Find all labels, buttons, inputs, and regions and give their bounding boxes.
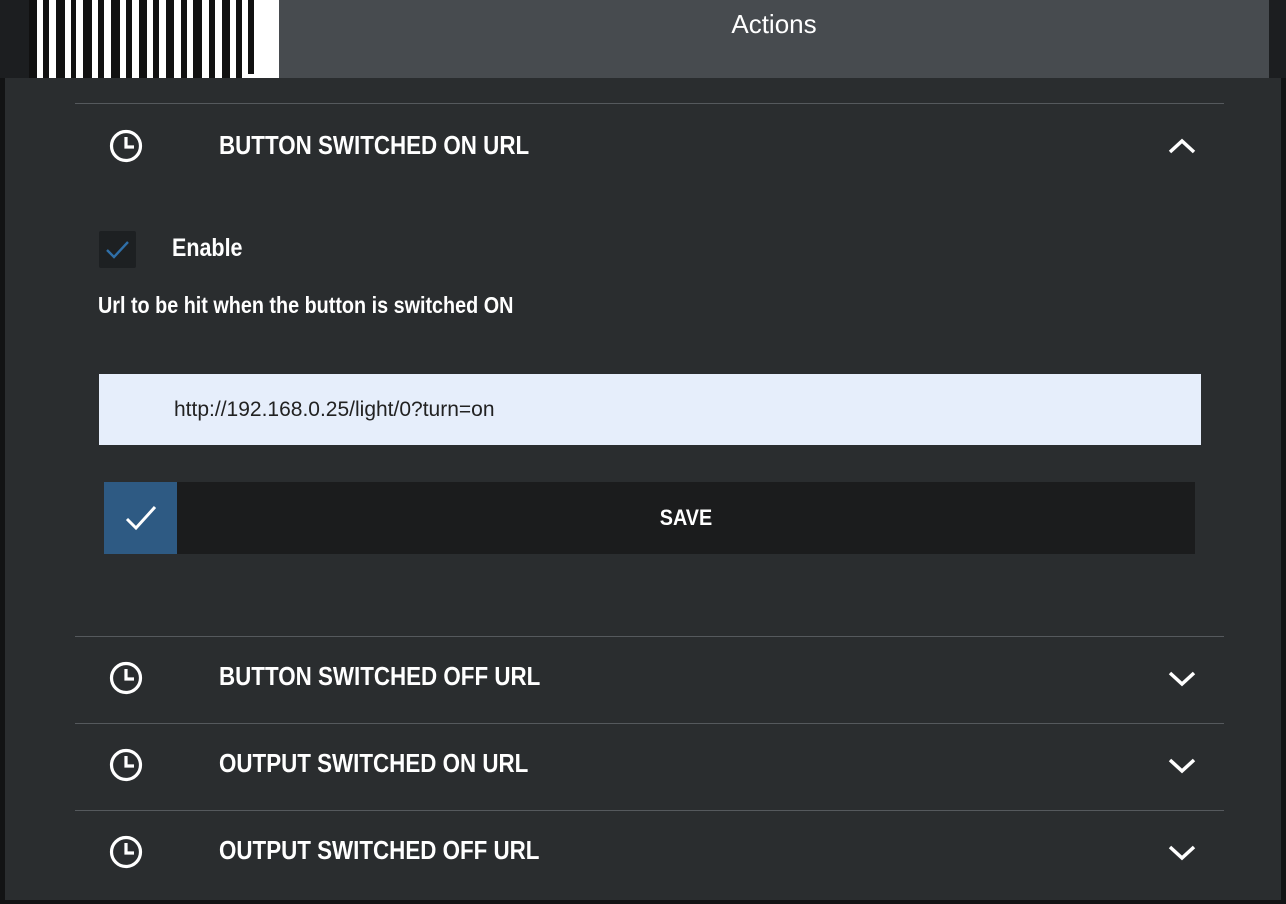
- accordion-label: BUTTON SWITCHED OFF URL: [219, 661, 541, 691]
- check-icon: [125, 505, 157, 531]
- url-description: Url to be hit when the button is switche…: [98, 292, 514, 318]
- clock-icon: [109, 661, 143, 695]
- enable-checkbox[interactable]: [99, 231, 136, 268]
- chevron-up-icon[interactable]: [1167, 136, 1197, 156]
- checkmark-icon: [106, 241, 129, 259]
- accordion-header-output-on-url[interactable]: OUTPUT SWITCHED ON URL: [75, 723, 1224, 809]
- save-button[interactable]: SAVE: [104, 482, 1195, 554]
- barcode-logo: [29, 0, 279, 78]
- page-title: Actions: [731, 9, 817, 39]
- accordion-header-output-off-url[interactable]: OUTPUT SWITCHED OFF URL: [75, 810, 1224, 896]
- accordion-label: OUTPUT SWITCHED ON URL: [219, 748, 529, 778]
- clock-icon: [109, 129, 143, 163]
- chevron-down-icon[interactable]: [1167, 842, 1197, 862]
- window-frame-bottom: [0, 900, 1286, 904]
- window-frame-left: [0, 0, 5, 904]
- window-frame-right: [1281, 0, 1286, 904]
- clock-icon: [109, 835, 143, 869]
- accordion-label: OUTPUT SWITCHED OFF URL: [219, 835, 540, 865]
- header-title-area: Actions: [279, 0, 1269, 78]
- chevron-down-icon[interactable]: [1167, 668, 1197, 688]
- accordion-label: BUTTON SWITCHED ON URL: [219, 130, 530, 160]
- header-bar: Actions: [0, 0, 1286, 78]
- accordion-header-button-off-url[interactable]: BUTTON SWITCHED OFF URL: [75, 636, 1224, 722]
- accordion-header-button-on-url[interactable]: BUTTON SWITCHED ON URL: [75, 103, 1224, 189]
- save-check-box: [104, 482, 177, 554]
- enable-label: Enable: [172, 234, 243, 262]
- save-label: SAVE: [659, 505, 713, 530]
- chevron-down-icon[interactable]: [1167, 755, 1197, 775]
- url-input[interactable]: [99, 374, 1201, 445]
- clock-icon: [109, 748, 143, 782]
